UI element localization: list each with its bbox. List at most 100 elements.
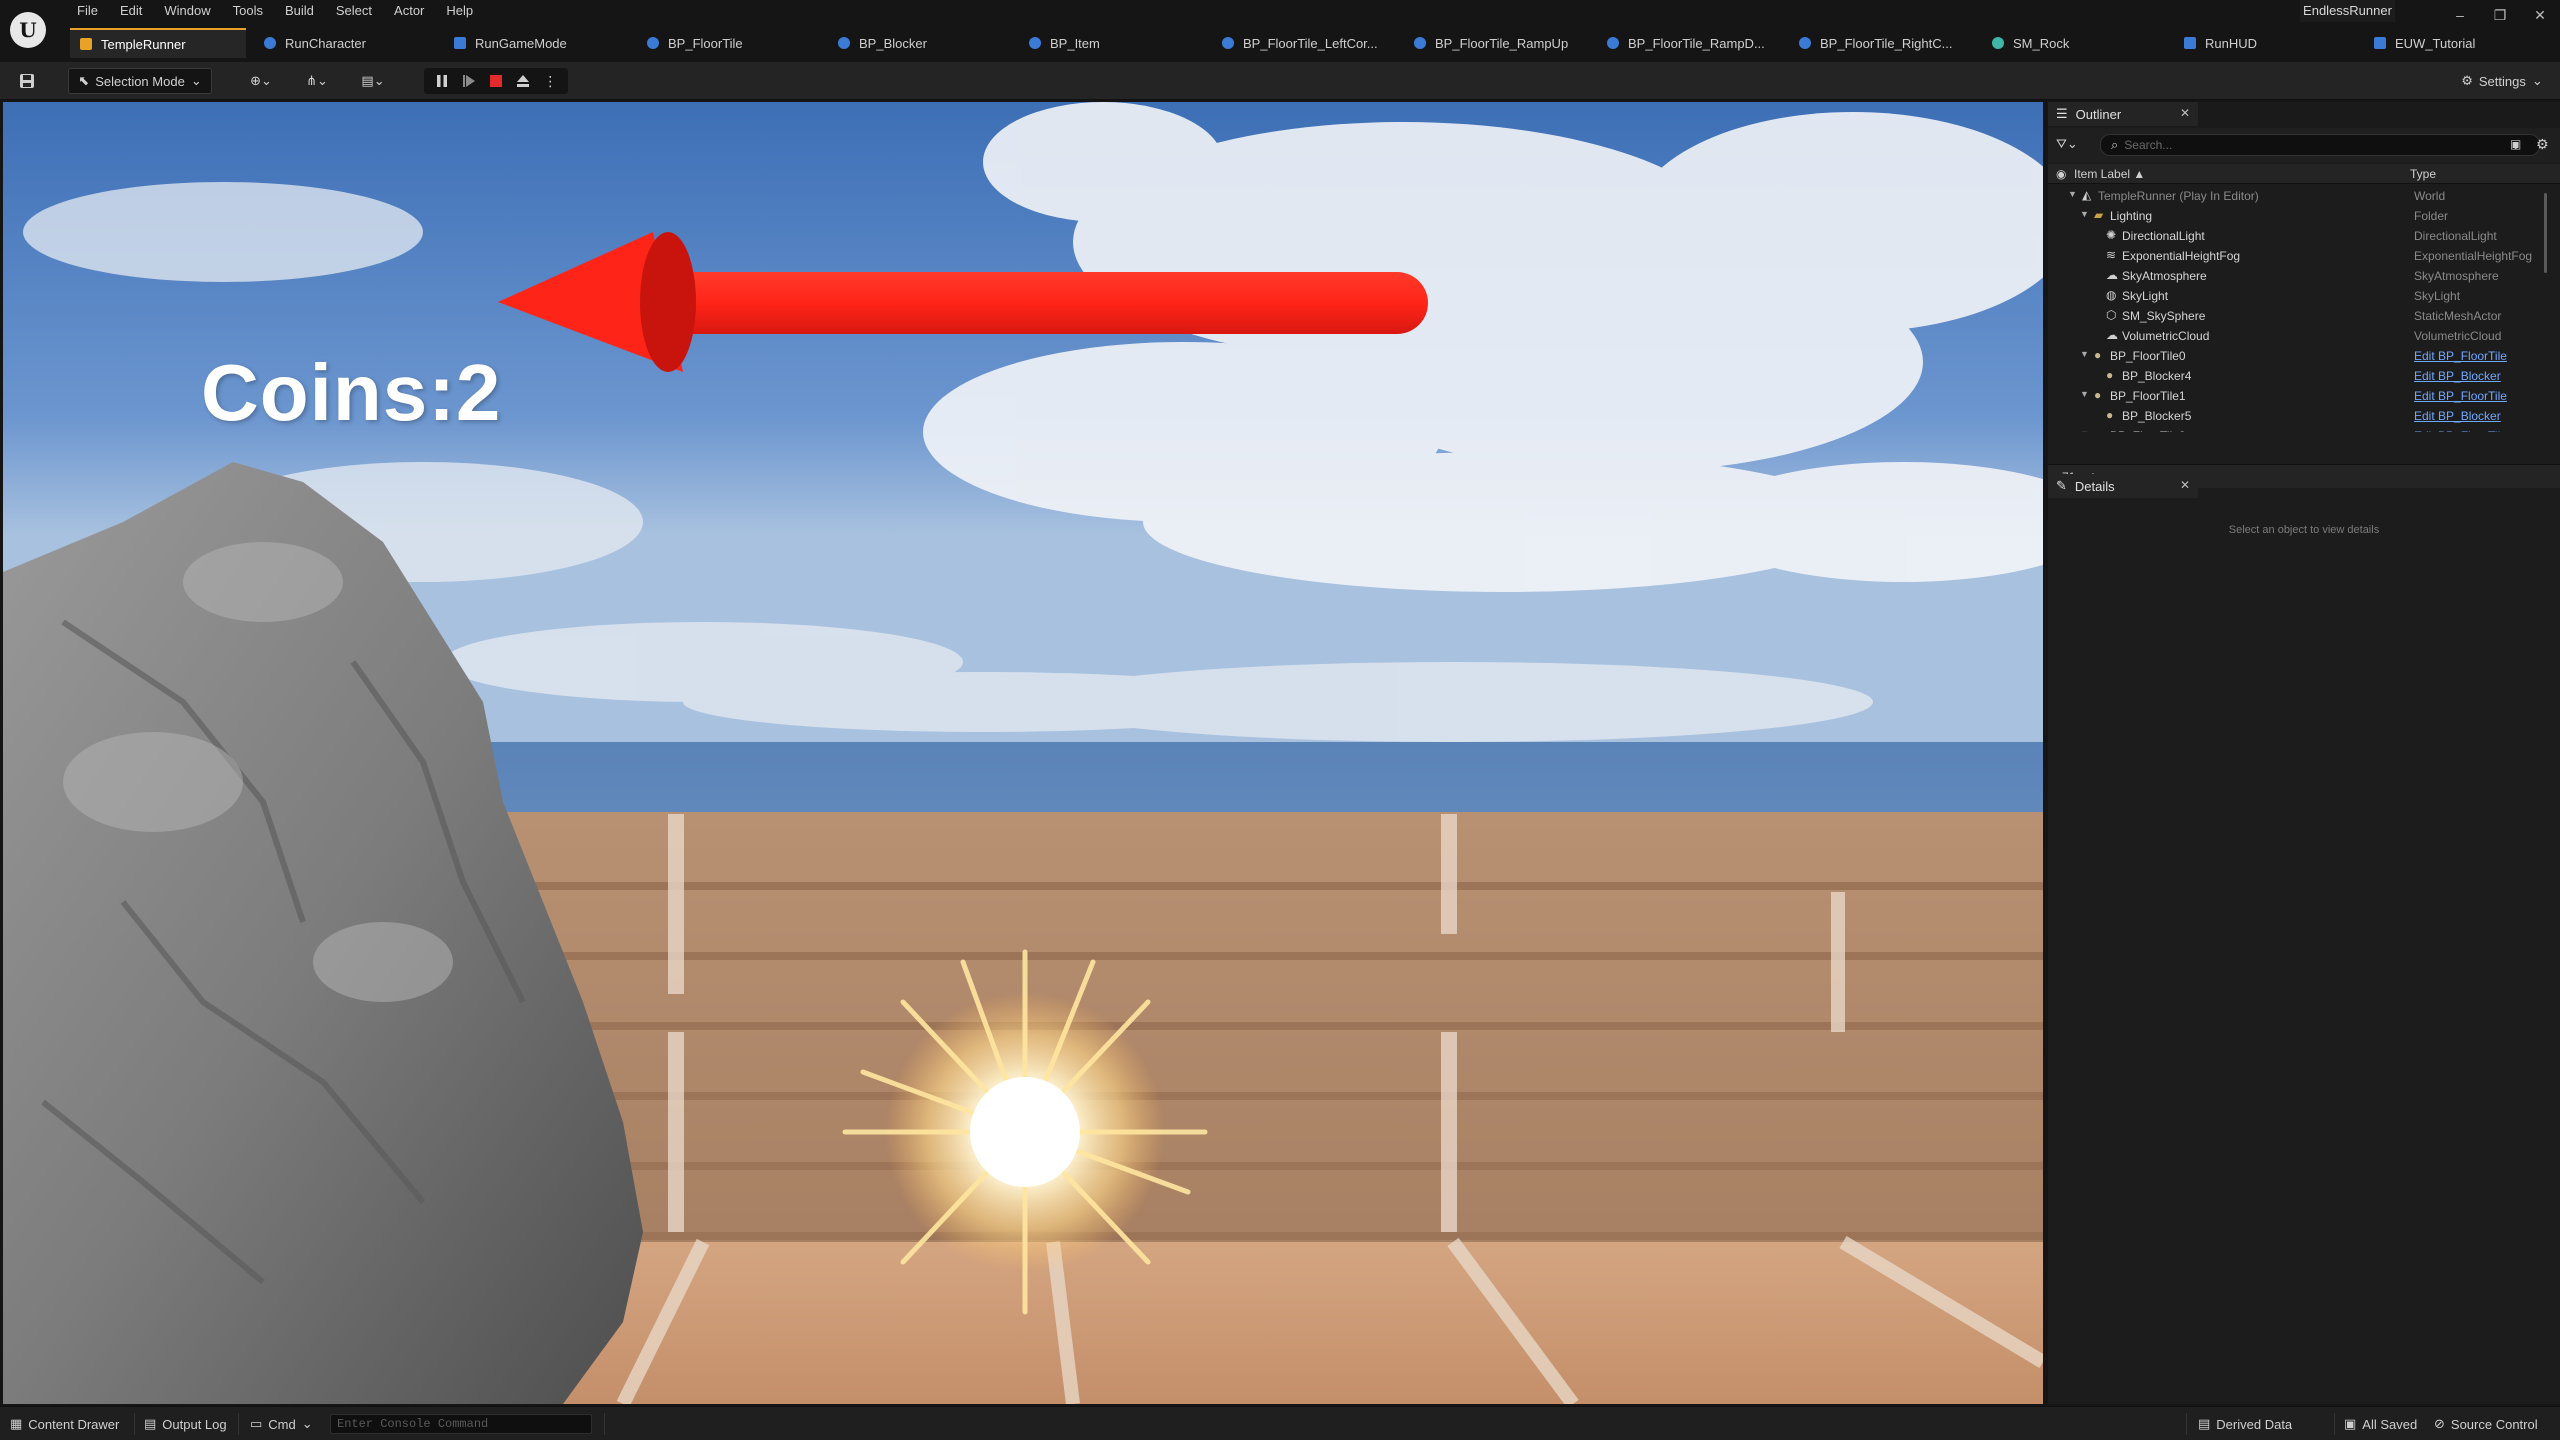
selection-mode-dropdown[interactable]: ⬉ Selection Mode ⌄ — [68, 68, 212, 94]
derived-data-button[interactable]: ▤ Derived Data — [2198, 1414, 2292, 1434]
blueprints-button[interactable]: ⋔⌄ — [296, 68, 338, 94]
outliner-row[interactable]: ▼ ● BP_FloorTile2 Edit BP_FloorTile — [2048, 426, 2550, 432]
edit-blueprint-link[interactable]: Edit BP_Blocker — [2414, 409, 2501, 423]
tab-bp-floortile-rampup[interactable]: BP_FloorTile_RampUp — [1404, 28, 1580, 58]
skylight-icon: ◍ — [2106, 288, 2117, 302]
tab-label: BP_Blocker — [859, 35, 927, 51]
outliner-item-type: VolumetricCloud — [2414, 329, 2502, 343]
stop-icon — [489, 75, 502, 87]
menu-tools[interactable]: Tools — [222, 0, 274, 22]
details-panel: Select an object to view details — [2048, 500, 2560, 1404]
tab-runhud[interactable]: RunHUD — [2174, 28, 2350, 58]
restore-button[interactable]: ❐ — [2480, 0, 2520, 30]
tab-euw-tutorial[interactable]: EUW_Tutorial — [2364, 28, 2540, 58]
gear-icon[interactable]: ⚙ — [2536, 136, 2549, 153]
cinematics-button[interactable]: ▤⌄ — [352, 68, 394, 94]
outliner-item-label: BP_Blocker4 — [2122, 369, 2192, 383]
tab-label: BP_FloorTile_LeftCor... — [1243, 35, 1378, 51]
tab-templerunner[interactable]: TempleRunner — [70, 28, 246, 58]
tab-sm-rock[interactable]: SM_Rock — [1982, 28, 2158, 58]
cmd-dropdown[interactable]: ▭ Cmd ⌄ — [250, 1414, 313, 1434]
eye-icon[interactable]: ◉ — [2056, 167, 2066, 181]
pause-button[interactable] — [431, 70, 453, 92]
tab-bp-floortile-rampdown[interactable]: BP_FloorTile_RampD... — [1597, 28, 1773, 58]
outliner-row[interactable]: ▼ ● BP_FloorTile0 Edit BP_FloorTile — [2048, 346, 2550, 366]
tab-runcharacter[interactable]: RunCharacter — [254, 28, 430, 58]
more-options-button[interactable]: ⋮ — [539, 70, 561, 92]
expand-arrow-icon[interactable]: ▼ — [2080, 209, 2089, 219]
eject-button[interactable] — [512, 70, 534, 92]
menu-window[interactable]: Window — [153, 0, 221, 22]
tab-bp-item[interactable]: BP_Item — [1019, 28, 1195, 58]
pause-icon — [436, 75, 447, 87]
add-actor-button[interactable]: ⊕⌄ — [242, 68, 280, 94]
outliner-row[interactable]: ✺ DirectionalLight DirectionalLight — [2048, 226, 2550, 246]
outliner-row[interactable]: ▼ ▰ Lighting Folder — [2048, 206, 2550, 226]
outliner-row[interactable]: ☁ SkyAtmosphere SkyAtmosphere — [2048, 266, 2550, 286]
tab-rungamemode[interactable]: RunGameMode — [444, 28, 620, 58]
edit-blueprint-link[interactable]: Edit BP_FloorTile — [2414, 349, 2507, 363]
outliner-row[interactable]: ▼ ◭ TempleRunner (Play In Editor) World — [2048, 186, 2550, 206]
all-saved-button[interactable]: ▣ All Saved — [2344, 1414, 2417, 1434]
outliner-item-label: VolumetricCloud — [2122, 329, 2210, 343]
expand-arrow-icon[interactable]: ▼ — [2080, 429, 2089, 432]
tab-bp-floortile-leftcorner[interactable]: BP_FloorTile_LeftCor... — [1212, 28, 1388, 58]
frame-skip-button[interactable] — [458, 70, 480, 92]
unreal-logo-icon[interactable]: U — [10, 12, 46, 48]
close-icon[interactable]: ✕ — [2180, 478, 2190, 492]
menu-build[interactable]: Build — [274, 0, 325, 22]
document-tab-bar: TempleRunner RunCharacter RunGameMode BP… — [62, 28, 2560, 58]
outliner-item-type: World — [2414, 189, 2446, 203]
outliner-scrollbar[interactable] — [2544, 193, 2547, 273]
chevron-down-icon: ⌄ — [301, 1416, 313, 1431]
column-type[interactable]: Type — [2410, 167, 2436, 181]
outliner-row[interactable]: ● BP_Blocker5 Edit BP_Blocker — [2048, 406, 2550, 426]
title-bar: U File Edit Window Tools Build Select Ac… — [0, 0, 2560, 62]
content-drawer-button[interactable]: ▦ Content Drawer — [10, 1414, 119, 1434]
static-mesh-icon: ⬡ — [2106, 308, 2117, 322]
filter-button[interactable]: ⛛⌄ — [2056, 136, 2078, 152]
minimize-button[interactable]: – — [2440, 0, 2480, 30]
save-button[interactable] — [14, 68, 40, 94]
close-window-button[interactable]: ✕ — [2520, 0, 2560, 30]
outliner-row[interactable]: ≋ ExponentialHeightFog ExponentialHeightFo… — [2048, 246, 2550, 266]
tab-bp-blocker[interactable]: BP_Blocker — [828, 28, 1004, 58]
blueprint-icon — [1607, 37, 1619, 49]
outliner-tab[interactable]: ☰ Outliner ✕ — [2048, 102, 2198, 126]
menu-file[interactable]: File — [66, 0, 109, 22]
close-icon[interactable]: ✕ — [2180, 106, 2190, 120]
tab-label: SM_Rock — [2013, 35, 2070, 51]
outliner-row[interactable]: ☁ VolumetricCloud VolumetricCloud — [2048, 326, 2550, 346]
expand-arrow-icon[interactable]: ▼ — [2080, 389, 2089, 399]
derived-data-label: Derived Data — [2216, 1416, 2293, 1432]
edit-blueprint-link[interactable]: Edit BP_FloorTile — [2414, 389, 2507, 403]
expand-arrow-icon[interactable]: ▼ — [2068, 189, 2077, 199]
tab-bp-floortile[interactable]: BP_FloorTile — [637, 28, 813, 58]
menu-select[interactable]: Select — [325, 0, 383, 22]
stop-button[interactable] — [485, 70, 507, 92]
edit-blueprint-link[interactable]: Edit BP_Blocker — [2414, 369, 2501, 383]
outliner-item-label: SkyLight — [2122, 289, 2169, 303]
column-item-label[interactable]: Item Label ▲ — [2074, 167, 2145, 181]
menu-actor[interactable]: Actor — [383, 0, 435, 22]
expand-arrow-icon[interactable]: ▼ — [2080, 349, 2089, 359]
menu-edit[interactable]: Edit — [109, 0, 153, 22]
save-folder-icon[interactable]: ▣ — [2510, 137, 2521, 151]
outliner-row[interactable]: ▼ ● BP_FloorTile1 Edit BP_FloorTile — [2048, 386, 2550, 406]
level-viewport[interactable]: Coins:2 — [3, 102, 2043, 1404]
source-control-button[interactable]: ⊘ Source Control — [2434, 1414, 2538, 1434]
directional-light-icon: ✺ — [2106, 228, 2117, 242]
outliner-row[interactable]: ◍ SkyLight SkyLight — [2048, 286, 2550, 306]
console-command-input[interactable] — [331, 1415, 591, 1433]
output-log-button[interactable]: ▤ Output Log — [144, 1414, 227, 1434]
outliner-row[interactable]: ⬡ SM_SkySphere StaticMeshActor — [2048, 306, 2550, 326]
tab-bp-floortile-rightcorner[interactable]: BP_FloorTile_RightC... — [1789, 28, 1965, 58]
outliner-row[interactable]: ● BP_Blocker4 Edit BP_Blocker — [2048, 366, 2550, 386]
level-toolbar: ⬉ Selection Mode ⌄ ⊕⌄ ⋔⌄ ▤⌄ ⋮ ⚙ Settings… — [0, 62, 2560, 100]
outliner-search-input[interactable] — [2124, 138, 2505, 152]
settings-button[interactable]: ⚙ Settings ⌄ — [2452, 68, 2552, 94]
kebab-icon: ⋮ — [543, 72, 558, 89]
details-tab[interactable]: ✎ Details ✕ — [2048, 474, 2198, 498]
menu-help[interactable]: Help — [435, 0, 484, 22]
edit-blueprint-link[interactable]: Edit BP_FloorTile — [2414, 429, 2507, 432]
